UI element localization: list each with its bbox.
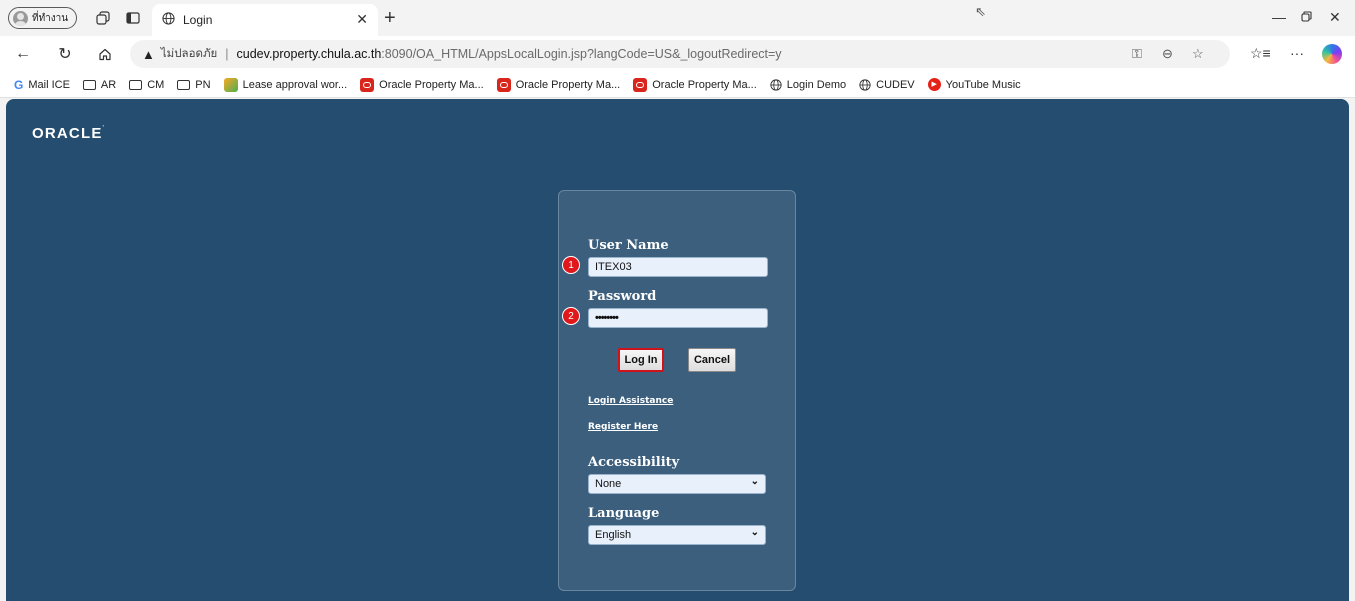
refresh-icon[interactable]: ↻ [56, 45, 74, 63]
bookmarks-bar: G Mail ICE AR CM PN Lease approval wor..… [0, 72, 1355, 98]
close-tab-icon[interactable]: ✕ [356, 11, 368, 28]
globe-icon [162, 12, 175, 28]
bookmark-cm[interactable]: CM [129, 79, 164, 91]
bookmark-label: Oracle Property Ma... [379, 78, 484, 91]
login-assistance-link[interactable]: Login Assistance [588, 396, 673, 406]
oracle-icon [360, 77, 375, 92]
browser-title-bar: ที่ทำงาน Login ✕ + ⇖ — ✕ [0, 0, 1355, 36]
close-window-icon[interactable]: ✕ [1329, 9, 1341, 26]
step-badge-2: 2 [562, 307, 580, 325]
url-path: :8090/OA_HTML/AppsLocalLogin.jsp?langCod… [381, 47, 782, 61]
new-tab-icon[interactable]: + [384, 7, 396, 30]
bookmark-label: CM [147, 78, 165, 91]
profile-avatar-icon [13, 10, 28, 26]
oracle-logo: ORACLE' [32, 125, 106, 142]
register-here-link[interactable]: Register Here [588, 422, 658, 432]
home-icon[interactable] [96, 45, 114, 63]
address-separator: | [225, 47, 229, 61]
workspaces-icon[interactable] [94, 9, 112, 27]
accessibility-select[interactable]: None ⌄ [588, 474, 766, 494]
bookmark-oracle-property-1[interactable]: Oracle Property Ma... [360, 77, 484, 92]
bookmark-pn[interactable]: PN [177, 78, 211, 91]
bookmark-youtube-music[interactable]: ▶ YouTube Music [927, 78, 1021, 91]
bookmark-login-demo[interactable]: Login Demo [770, 79, 846, 91]
bookmark-label: AR [100, 78, 117, 91]
folder-icon [82, 79, 96, 90]
tab-login[interactable]: Login ✕ [152, 4, 378, 36]
bookmark-label: Mail ICE [28, 78, 70, 91]
zoom-icon[interactable]: ⊖ [1162, 46, 1173, 62]
bookmark-oracle-property-3[interactable]: Oracle Property Ma... [633, 77, 757, 92]
oracle-icon [633, 77, 648, 92]
profile-button[interactable]: ที่ทำงาน [8, 7, 78, 29]
profile-label: ที่ทำงาน [32, 12, 69, 24]
restore-icon[interactable] [1301, 9, 1312, 25]
login-button[interactable]: Log In [618, 348, 664, 372]
oracle-login-page: ORACLE' User Name 1 ITEX03 Password 2 ••… [6, 99, 1349, 601]
address-bar[interactable]: ▲ ไม่ปลอดภัย | cudev.property.chula.ac.t… [130, 40, 1230, 68]
bookmark-mail-ice[interactable]: G Mail ICE [14, 78, 70, 92]
language-value: English [595, 529, 632, 541]
accessibility-label: Accessibility [588, 455, 680, 470]
key-icon[interactable]: ⚿ [1132, 46, 1142, 62]
app-icon [223, 77, 238, 92]
url-host: cudev.property.chula.ac.th [236, 47, 382, 61]
login-panel: User Name 1 ITEX03 Password 2 •••••••• L… [558, 190, 796, 591]
warning-icon[interactable]: ▲ [142, 47, 155, 62]
language-label: Language [588, 506, 660, 521]
globe-icon [859, 78, 871, 91]
chevron-down-icon: ⌄ [750, 527, 759, 538]
bookmark-lease-approval[interactable]: Lease approval wor... [223, 77, 348, 92]
back-arrow-icon[interactable]: ← [14, 45, 32, 63]
chevron-down-icon: ⌄ [750, 476, 759, 487]
bookmark-ar[interactable]: AR [82, 78, 117, 91]
tab-title: Login [183, 13, 213, 27]
security-status[interactable]: ไม่ปลอดภัย [161, 45, 217, 63]
bookmark-label: Login Demo [786, 78, 847, 91]
oracle-icon [496, 77, 511, 92]
cancel-button[interactable]: Cancel [688, 348, 736, 372]
favorites-icon[interactable]: ☆≡ [1250, 45, 1271, 62]
bookmark-label: Oracle Property Ma... [652, 78, 757, 91]
vertical-tabs-icon[interactable] [124, 9, 142, 27]
bookmark-label: PN [195, 78, 211, 91]
mouse-cursor-icon: ⇖ [975, 4, 986, 19]
youtube-music-icon: ▶ [927, 78, 941, 91]
bookmark-label: Lease approval wor... [242, 78, 348, 91]
minimize-icon[interactable]: — [1272, 9, 1286, 25]
bookmark-oracle-property-2[interactable]: Oracle Property Ma... [496, 77, 621, 92]
copilot-icon[interactable] [1322, 44, 1342, 64]
google-icon: G [14, 77, 24, 92]
password-label: Password [588, 289, 657, 304]
accessibility-value: None [595, 478, 622, 490]
favorite-star-icon[interactable]: ☆ [1192, 46, 1204, 62]
bookmark-label: CUDEV [876, 78, 915, 91]
more-menu-icon[interactable]: ··· [1290, 45, 1304, 61]
step-badge-1: 1 [562, 256, 580, 274]
globe-icon [770, 78, 782, 91]
password-field[interactable]: •••••••• [588, 308, 768, 328]
username-label: User Name [588, 238, 669, 253]
browser-toolbar: ← ↻ ▲ ไม่ปลอดภัย | cudev.property.chula.… [0, 36, 1355, 72]
bookmark-cudev[interactable]: CUDEV [859, 79, 915, 91]
bookmark-label: YouTube Music [945, 78, 1021, 91]
folder-icon [129, 79, 143, 90]
language-select[interactable]: English ⌄ [588, 525, 766, 545]
folder-icon [177, 79, 191, 90]
username-field[interactable]: ITEX03 [588, 257, 768, 277]
bookmark-label: Oracle Property Ma... [515, 78, 621, 91]
